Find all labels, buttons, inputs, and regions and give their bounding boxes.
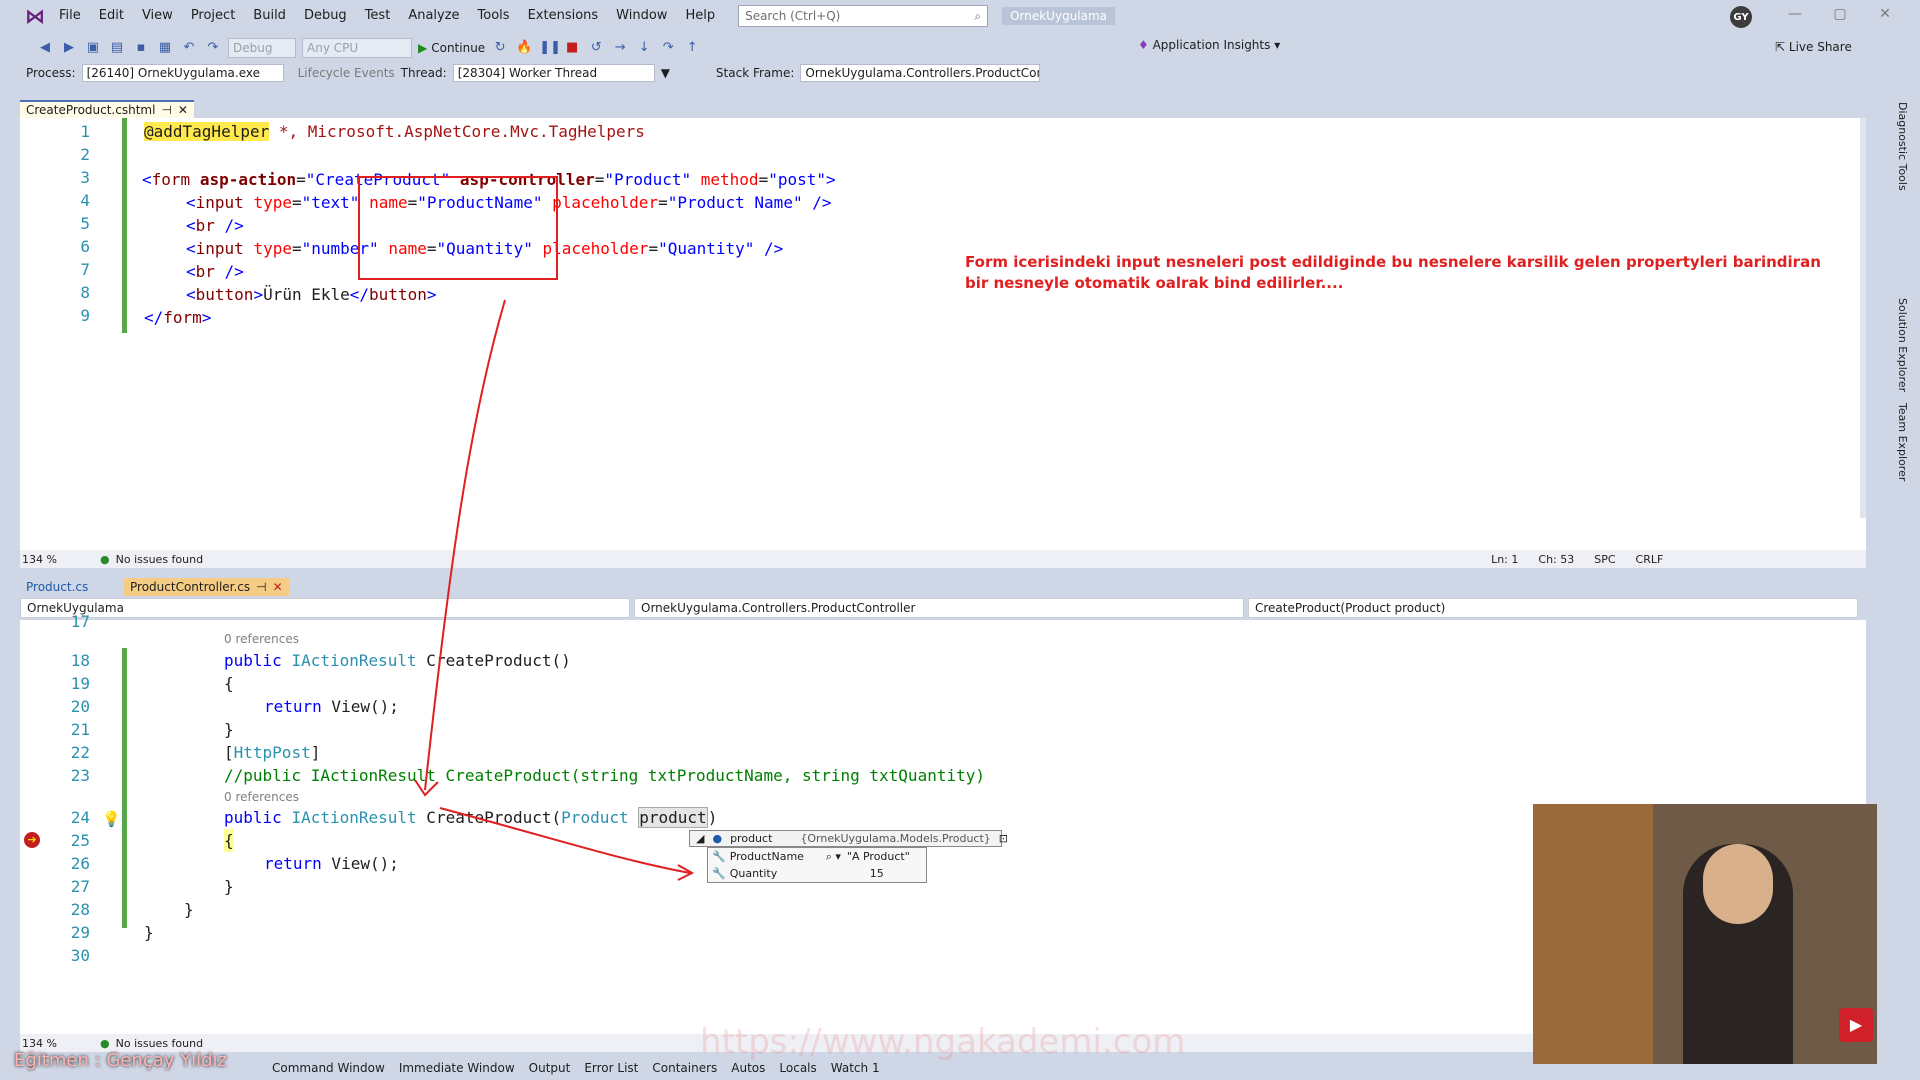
tab-output[interactable]: Output bbox=[529, 1061, 571, 1075]
tab-error-list[interactable]: Error List bbox=[584, 1061, 638, 1075]
rail-tab-solution-explorer[interactable]: Solution Explorer bbox=[1896, 298, 1909, 392]
youtube-play-icon[interactable]: ▶ bbox=[1839, 1008, 1873, 1042]
tab-locals[interactable]: Locals bbox=[779, 1061, 816, 1075]
bookshelf bbox=[1533, 804, 1653, 1064]
no-issues-icon: ● bbox=[100, 1036, 110, 1050]
right-tool-rail: Diagnostic Tools Solution Explorer Team … bbox=[1886, 98, 1920, 538]
rail-tab-diagnostic-tools[interactable]: Diagnostic Tools bbox=[1896, 102, 1909, 191]
instructor-caption: Eğitmen : Gençay Yıldız bbox=[14, 1050, 227, 1071]
zoom-level[interactable]: 134 % bbox=[20, 1037, 80, 1050]
tab-command-window[interactable]: Command Window bbox=[272, 1061, 385, 1075]
arrow-to-datatip bbox=[439, 807, 691, 874]
tab-autos[interactable]: Autos bbox=[731, 1061, 765, 1075]
presenter-face bbox=[1703, 844, 1773, 924]
webcam-overlay: ▶ bbox=[1533, 804, 1877, 1064]
tab-immediate-window[interactable]: Immediate Window bbox=[399, 1061, 515, 1075]
tab-containers[interactable]: Containers bbox=[652, 1061, 717, 1075]
watermark: https://www.ngakademi.com bbox=[700, 1022, 1186, 1062]
issues-status[interactable]: No issues found bbox=[116, 1037, 203, 1050]
tab-watch-1[interactable]: Watch 1 bbox=[831, 1061, 880, 1075]
arrow-to-parameter bbox=[424, 299, 506, 791]
rail-tab-team-explorer[interactable]: Team Explorer bbox=[1896, 403, 1909, 481]
